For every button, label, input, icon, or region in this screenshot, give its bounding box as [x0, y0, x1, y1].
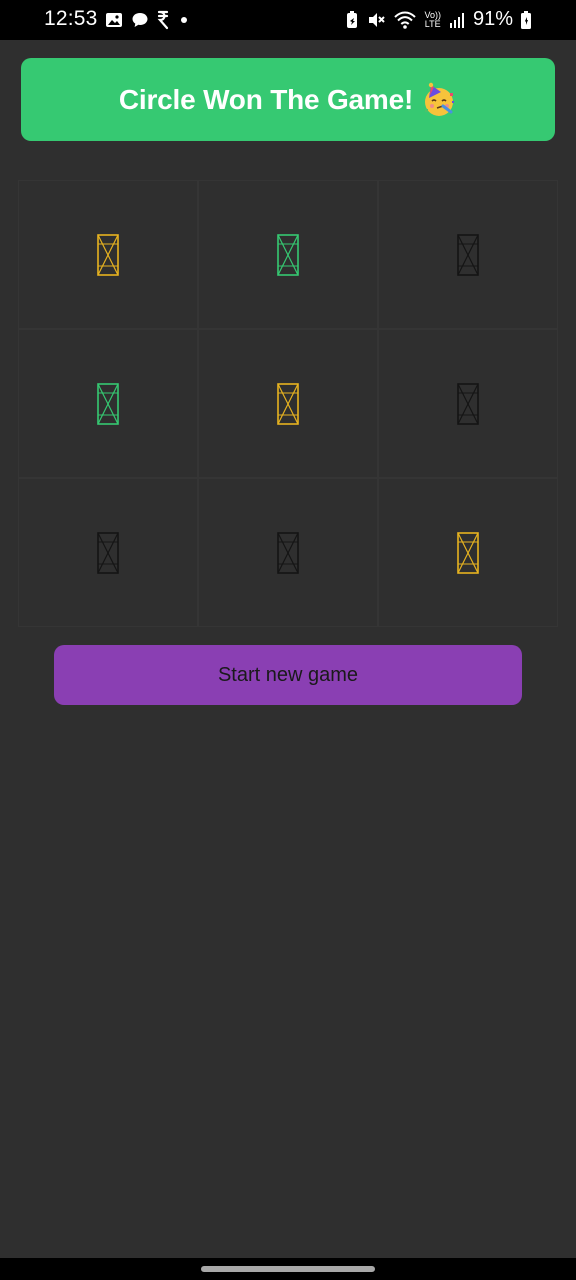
board-cell[interactable] [18, 180, 198, 329]
battery-icon [520, 10, 532, 30]
broken-image-icon [97, 382, 119, 425]
board-cell[interactable] [378, 478, 558, 627]
lte-label: LTE [424, 18, 441, 29]
game-board [18, 180, 558, 627]
board-cell[interactable] [378, 329, 558, 478]
start-new-game-button[interactable]: Start new game [54, 645, 522, 705]
status-bar: 12:53 Vo)) LTE 91% [0, 0, 576, 40]
gallery-icon [105, 11, 123, 29]
board-cell[interactable] [18, 329, 198, 478]
broken-image-icon [457, 382, 479, 425]
status-time: 12:53 [44, 7, 98, 30]
board-cell[interactable] [198, 180, 378, 329]
party-face-icon [421, 82, 457, 118]
mute-icon [366, 10, 386, 30]
chat-bubble-icon [131, 11, 149, 29]
board-cell[interactable] [18, 478, 198, 627]
broken-image-icon [97, 233, 119, 276]
battery-saver-icon [345, 10, 359, 30]
volte-icon: Vo)) LTE [424, 10, 441, 29]
board-cell[interactable] [198, 329, 378, 478]
signal-icon [448, 11, 466, 29]
broken-image-icon [277, 531, 299, 574]
broken-image-icon [97, 531, 119, 574]
rupee-icon [157, 10, 171, 30]
winner-message: Circle Won The Game! [118, 83, 414, 115]
broken-image-icon [457, 233, 479, 276]
broken-image-icon [277, 382, 299, 425]
dot-icon [179, 15, 189, 25]
board-cell[interactable] [378, 180, 558, 329]
status-left-icons [105, 10, 189, 30]
broken-image-icon [277, 233, 299, 276]
winner-banner: Circle Won The Game! [21, 58, 555, 141]
status-right-icons: Vo)) LTE 91% [345, 8, 532, 31]
navigation-bar [0, 1258, 576, 1280]
wifi-icon [393, 10, 417, 30]
battery-percent: 91% [472, 8, 513, 30]
board-cell[interactable] [198, 478, 378, 627]
broken-image-icon [457, 531, 479, 574]
home-gesture-handle[interactable] [201, 1266, 375, 1272]
